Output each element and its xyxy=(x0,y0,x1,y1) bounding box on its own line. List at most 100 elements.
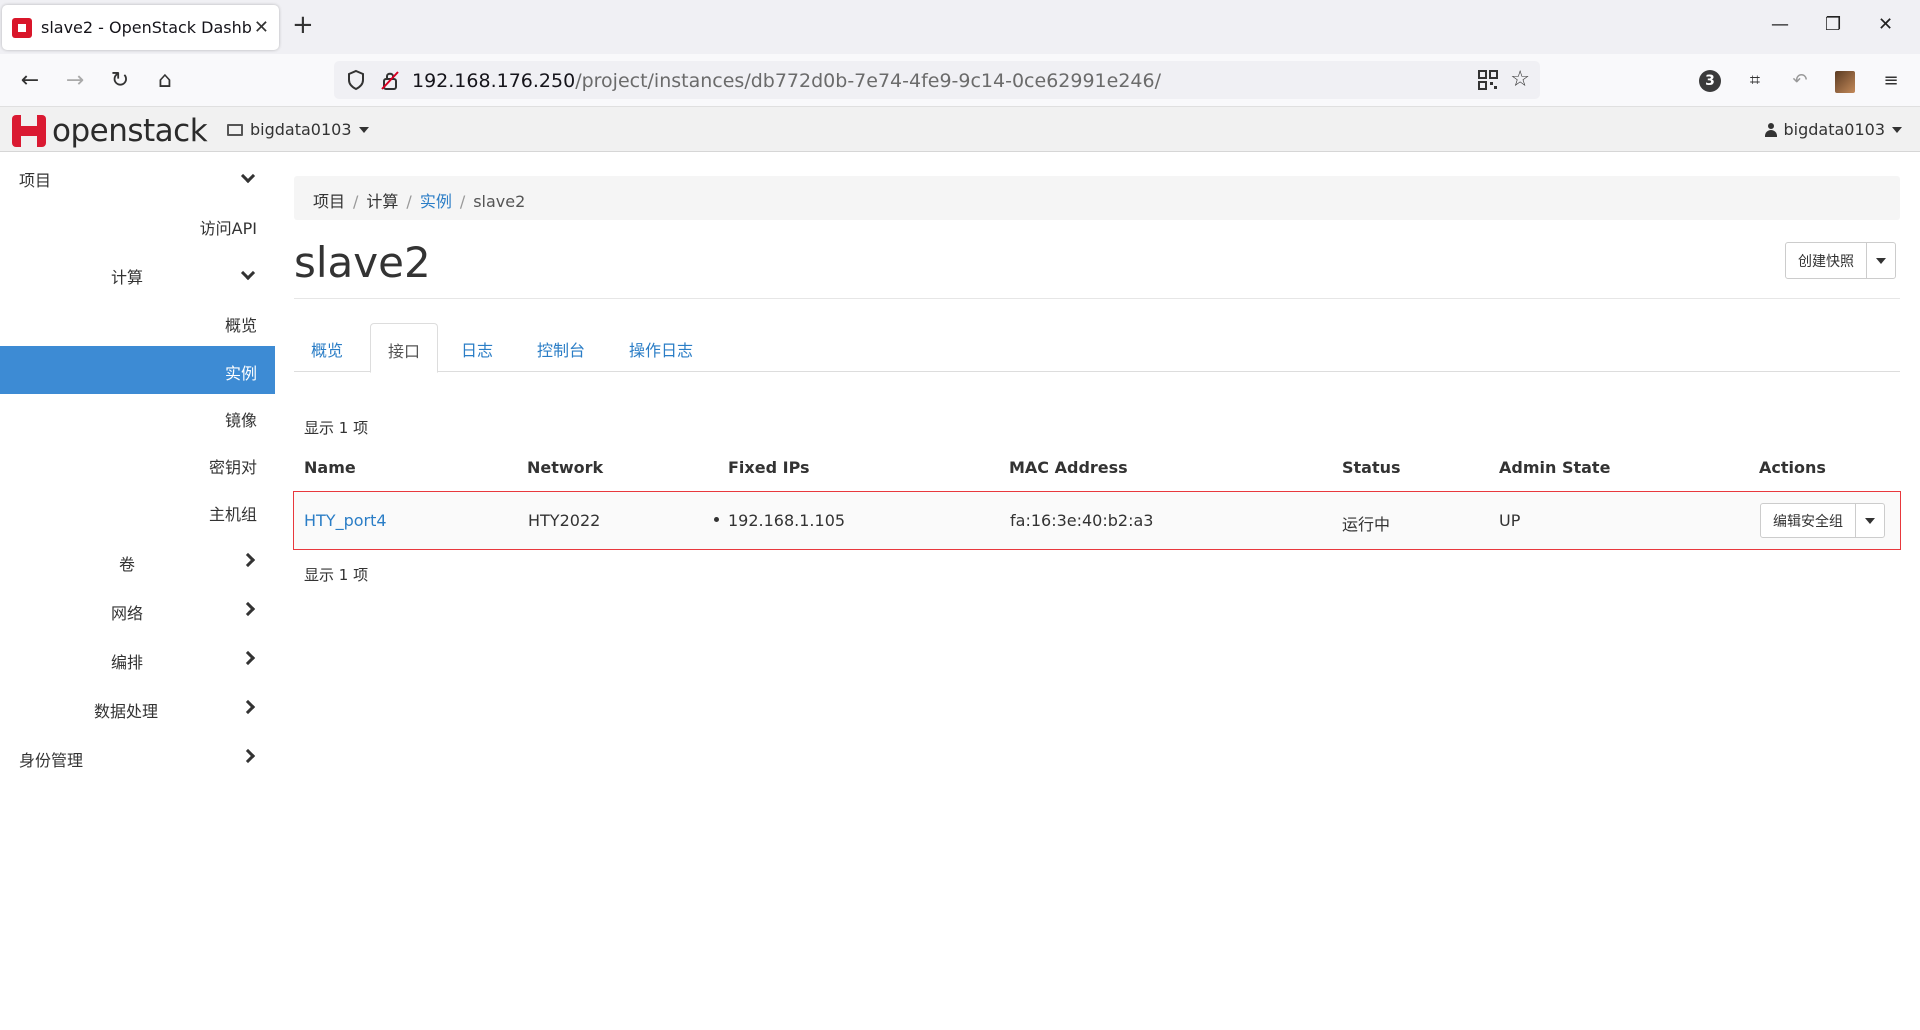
sidebar-item-api-access[interactable]: 访问API xyxy=(0,201,275,249)
sidebar-item-label: 访问API xyxy=(199,219,257,238)
restore-icon[interactable]: ❐ xyxy=(1825,14,1841,35)
profile-avatar[interactable] xyxy=(1835,71,1855,93)
sidebar-item-identity[interactable]: 身份管理 xyxy=(0,733,275,781)
status-cell: 运行中 xyxy=(1342,515,1391,534)
breadcrumb-project: 项目 xyxy=(313,192,346,211)
tab-close-icon[interactable]: ✕ xyxy=(254,17,269,38)
column-status[interactable]: Status xyxy=(1342,458,1401,477)
sidebar-item-label: 镜像 xyxy=(224,411,257,430)
instance-tabs: 概览 接口 日志 控制台 操作日志 xyxy=(294,323,1900,373)
undo-icon[interactable]: ↶ xyxy=(1787,68,1813,94)
sidebar-item-overview[interactable]: 概览 xyxy=(0,298,275,346)
sidebar-item-label: 主机组 xyxy=(208,505,257,524)
address-bar[interactable]: 192.168.176.250/project/instances/db772d… xyxy=(334,61,1540,99)
sidebar-item-server-groups[interactable]: 主机组 xyxy=(0,487,275,535)
item-count-bottom: 显示 1 项 xyxy=(304,566,369,584)
caret-down-icon xyxy=(358,126,369,133)
column-network[interactable]: Network xyxy=(527,458,603,477)
bookmark-star-icon[interactable]: ☆ xyxy=(1510,67,1530,92)
chevron-right-icon xyxy=(240,598,256,619)
project-name: bigdata0103 xyxy=(250,120,352,139)
user-name: bigdata0103 xyxy=(1783,120,1885,139)
sidebar-item-volumes[interactable]: 卷 xyxy=(0,537,275,585)
breadcrumb-separator: / xyxy=(406,192,412,211)
tab-console[interactable]: 控制台 xyxy=(520,323,602,372)
user-icon xyxy=(1765,122,1778,137)
tab-interfaces[interactable]: 接口 xyxy=(370,323,439,373)
sidebar-item-label: 计算 xyxy=(111,268,144,287)
browser-tab[interactable]: slave2 - OpenStack Dashboard ✕ xyxy=(2,5,279,50)
column-mac-address[interactable]: MAC Address xyxy=(1009,458,1128,477)
sidebar: 项目 访问API 计算 概览 实例 镜像 密钥对 主机组 卷 网络 编排 数据处… xyxy=(0,153,275,1030)
project-switcher[interactable]: bigdata0103 xyxy=(227,120,369,139)
chevron-right-icon xyxy=(240,549,256,570)
new-tab-button[interactable]: + xyxy=(292,10,314,40)
insecure-lock-icon[interactable] xyxy=(380,69,400,91)
create-snapshot-button[interactable]: 创建快照 xyxy=(1786,243,1867,278)
url-host: 192.168.176.250 xyxy=(412,70,576,92)
snapshot-button-group: 创建快照 xyxy=(1785,242,1896,279)
row-action-dropdown-toggle[interactable] xyxy=(1856,504,1884,537)
column-admin-state[interactable]: Admin State xyxy=(1499,458,1610,477)
port-name-link[interactable]: HTY_port4 xyxy=(304,511,387,530)
sidebar-item-keypairs[interactable]: 密钥对 xyxy=(0,440,275,488)
caret-down-icon xyxy=(1876,257,1886,264)
breadcrumb-separator: / xyxy=(459,192,466,211)
chevron-right-icon xyxy=(240,745,256,766)
fixed-ip-cell: 192.168.1.105 xyxy=(714,511,845,530)
column-name[interactable]: Name xyxy=(304,458,356,477)
menu-icon[interactable]: ≡ xyxy=(1878,68,1904,94)
sidebar-item-compute[interactable]: 计算 xyxy=(0,250,275,298)
tab-overview[interactable]: 概览 xyxy=(294,323,360,372)
openstack-logo[interactable]: openstack xyxy=(12,113,208,149)
breadcrumb-current: slave2 xyxy=(473,192,526,211)
sidebar-item-label: 概览 xyxy=(224,316,257,335)
sidebar-item-orchestration[interactable]: 编排 xyxy=(0,635,275,683)
column-actions: Actions xyxy=(1759,458,1826,477)
sidebar-item-project[interactable]: 项目 xyxy=(0,153,275,201)
sidebar-item-images[interactable]: 镜像 xyxy=(0,393,275,441)
forward-icon[interactable]: → xyxy=(60,66,90,96)
chevron-down-icon xyxy=(240,165,256,186)
sidebar-item-label: 身份管理 xyxy=(19,751,84,770)
sidebar-item-network[interactable]: 网络 xyxy=(0,586,275,634)
openstack-logo-icon xyxy=(12,115,46,147)
breadcrumb-instances-link[interactable]: 实例 xyxy=(420,192,452,211)
qr-code-icon[interactable] xyxy=(1478,70,1498,90)
edit-security-groups-button[interactable]: 编辑安全组 xyxy=(1761,504,1856,537)
snapshot-dropdown-toggle[interactable] xyxy=(1867,243,1895,278)
home-icon[interactable]: ⌂ xyxy=(150,66,180,96)
openstack-favicon-icon xyxy=(12,17,32,38)
reload-icon[interactable]: ↻ xyxy=(105,66,135,96)
breadcrumb-separator: / xyxy=(353,192,359,211)
chevron-right-icon xyxy=(240,647,256,668)
sidebar-item-instances[interactable]: 实例 xyxy=(0,346,275,394)
openstack-header: openstack bigdata0103 bigdata0103 xyxy=(0,107,1920,152)
sidebar-item-label: 实例 xyxy=(224,364,257,383)
chevron-down-icon xyxy=(240,262,256,283)
url-text: 192.168.176.250/project/instances/db772d… xyxy=(412,70,1161,92)
tab-log[interactable]: 日志 xyxy=(444,323,510,372)
sidebar-item-label: 网络 xyxy=(111,604,144,623)
tab-action-log[interactable]: 操作日志 xyxy=(612,323,710,372)
window-close-icon[interactable]: ✕ xyxy=(1878,14,1893,35)
back-icon[interactable]: ← xyxy=(15,66,45,96)
caret-down-icon xyxy=(1865,517,1875,524)
browser-nav-bar: ← → ↻ ⌂ 192.168.176.250/project/instance… xyxy=(0,54,1920,107)
minimize-icon[interactable]: — xyxy=(1771,14,1789,35)
column-fixed-ips[interactable]: Fixed IPs xyxy=(728,458,810,477)
sidebar-item-data-processing[interactable]: 数据处理 xyxy=(0,684,275,732)
fixed-ip-value: 192.168.1.105 xyxy=(728,511,846,530)
extension-badge[interactable]: 3 xyxy=(1699,70,1721,92)
network-cell: HTY2022 xyxy=(528,511,601,530)
sidebar-item-label: 项目 xyxy=(19,171,52,190)
title-divider xyxy=(294,298,1900,299)
page-title: slave2 xyxy=(294,238,431,287)
shield-icon[interactable] xyxy=(346,69,366,91)
user-menu[interactable]: bigdata0103 xyxy=(1765,120,1902,139)
sidebar-item-label: 卷 xyxy=(119,555,136,574)
item-count-top: 显示 1 项 xyxy=(304,419,369,437)
project-icon xyxy=(227,123,243,136)
crop-icon[interactable]: ⌗ xyxy=(1742,68,1768,94)
table-header: Name Network Fixed IPs MAC Address Statu… xyxy=(294,458,1900,482)
